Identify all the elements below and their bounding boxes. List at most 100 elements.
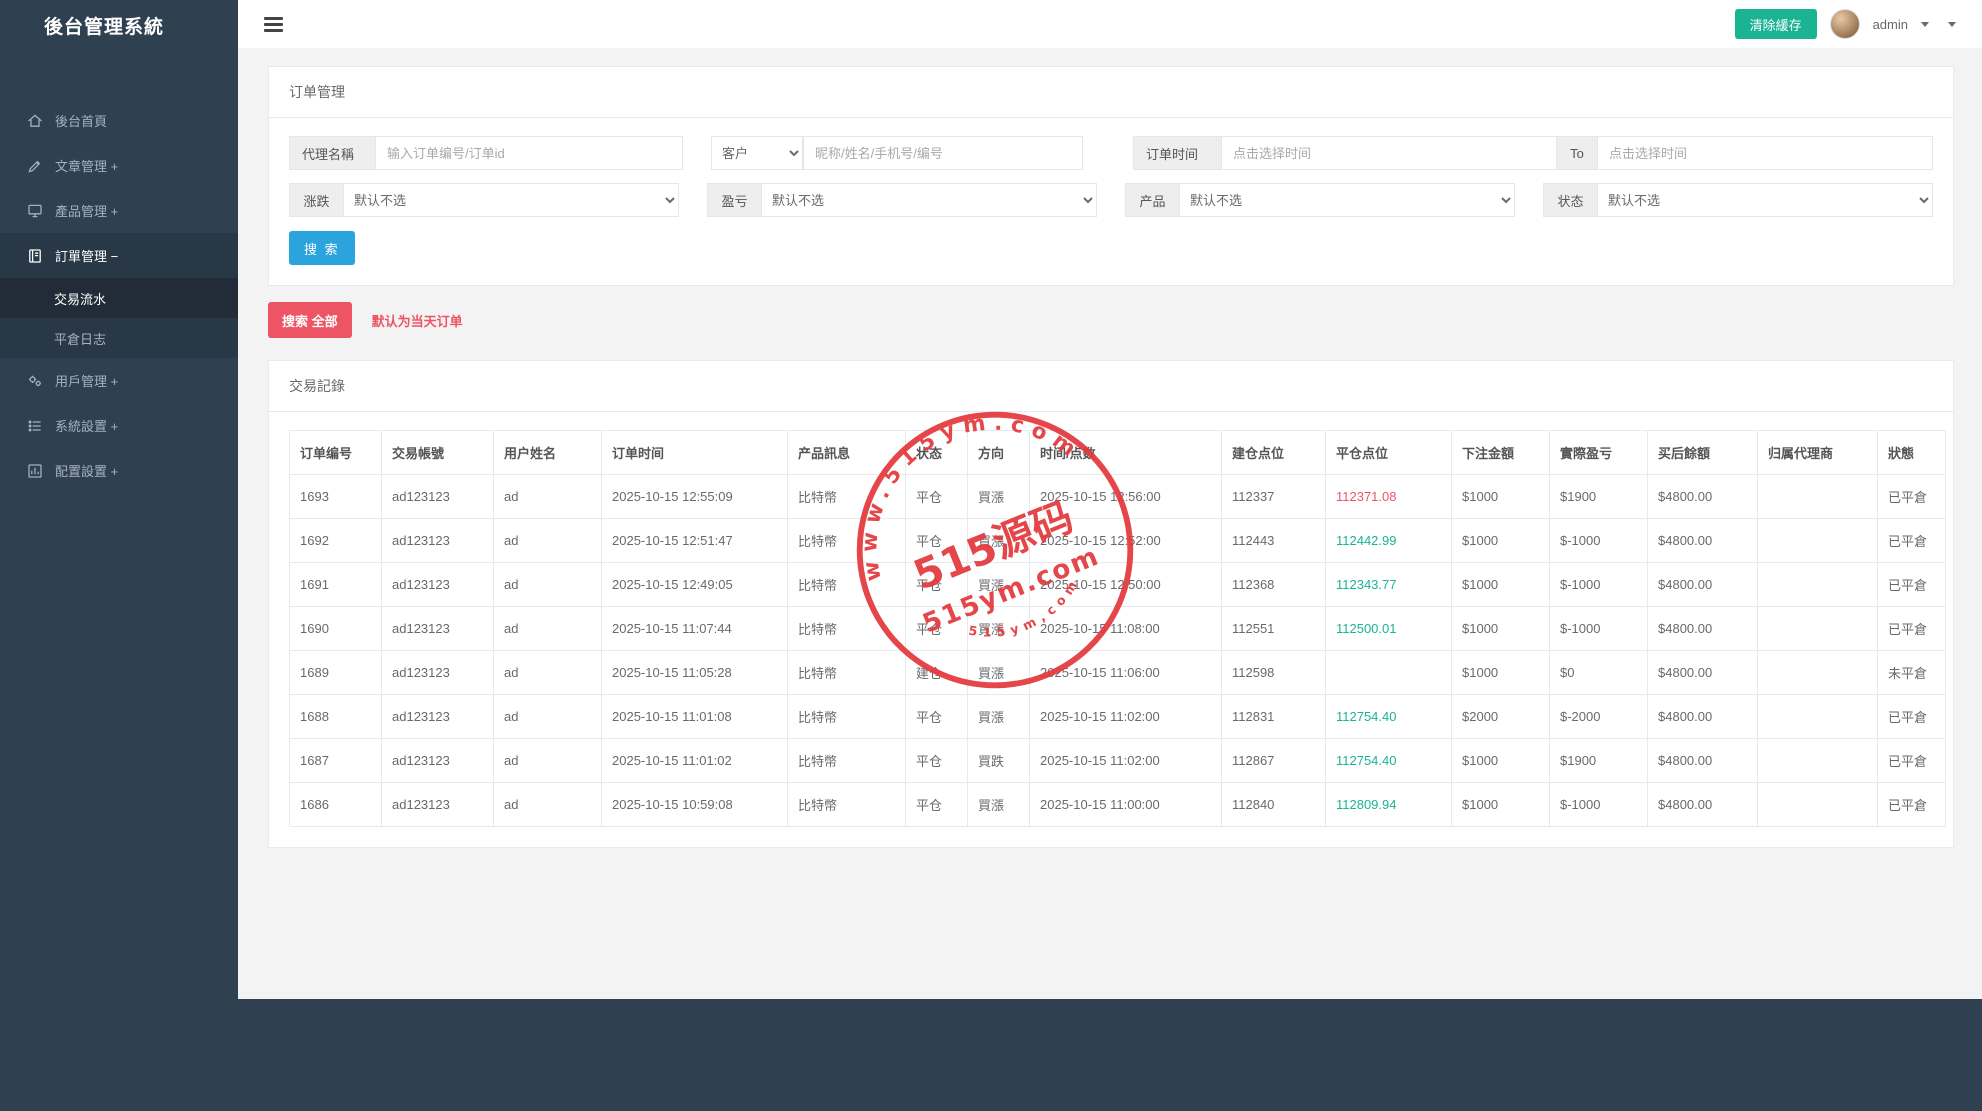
sidebar-item-home[interactable]: 後台首頁 [0, 98, 238, 143]
cell-bet-amount: $1000 [1451, 562, 1550, 607]
footer-band [238, 999, 1982, 1111]
sidebar-item-label: 後台首頁 [55, 114, 108, 129]
cell-open-point: 112840 [1221, 782, 1326, 827]
caret-down-icon[interactable] [1948, 21, 1956, 27]
cell-balance-after: $4800.00 [1647, 474, 1758, 519]
avatar[interactable] [1829, 9, 1860, 39]
sidebar-item-users[interactable]: 用戶管理 + [0, 358, 238, 403]
table-row[interactable]: 1692 ad123123 ad 2025-10-15 12:51:47 比特幣… [289, 518, 1946, 563]
cell-close-time: 2025-10-15 11:00:00 [1029, 782, 1222, 827]
sidebar-subitem-label: 交易流水 [54, 291, 107, 307]
cell-status: 平仓 [905, 738, 968, 783]
sidebar-item-system-settings[interactable]: 系統設置 + [0, 403, 238, 448]
column-header: 狀態 [1877, 430, 1946, 475]
cell-agent [1757, 474, 1878, 519]
product-group: 产品 默认不选 [1125, 183, 1515, 217]
table-row[interactable]: 1689 ad123123 ad 2025-10-15 11:05:28 比特幣… [289, 650, 1946, 695]
cell-account: ad123123 [381, 650, 494, 695]
cell-status: 平仓 [905, 606, 968, 651]
customer-select[interactable]: 客户 [711, 136, 803, 170]
cell-bet-amount: $2000 [1451, 694, 1550, 739]
sidebar-item-articles[interactable]: 文章管理 + [0, 143, 238, 188]
cell-agent [1757, 606, 1878, 651]
cell-state: 已平倉 [1877, 518, 1946, 563]
cell-state: 已平倉 [1877, 738, 1946, 783]
cell-status: 平仓 [905, 562, 968, 607]
pnl-select[interactable]: 默认不选 [761, 183, 1097, 217]
column-header: 订单编号 [289, 430, 382, 475]
cell-close-point: 112500.01 [1325, 606, 1452, 651]
search-form-row-2: 涨跌 默认不选 盈亏 默认不选 产品 默认不选 状态 默认不选 [289, 183, 1933, 217]
cell-balance-after: $4800.00 [1647, 650, 1758, 695]
cell-status: 平仓 [905, 694, 968, 739]
cell-product: 比特幣 [787, 694, 906, 739]
cell-order-time: 2025-10-15 11:07:44 [601, 606, 788, 651]
column-header: 下注金額 [1451, 430, 1550, 475]
sidebar-item-products[interactable]: 產品管理 + [0, 188, 238, 233]
search-button[interactable]: 搜 索 [289, 231, 355, 265]
cell-direction: 買漲 [967, 650, 1030, 695]
status-select[interactable]: 默认不选 [1597, 183, 1933, 217]
cell-order-time: 2025-10-15 12:51:47 [601, 518, 788, 563]
time-to-input[interactable] [1597, 136, 1933, 170]
sidebar-item-orders[interactable]: 訂單管理 − [0, 233, 238, 278]
table-row[interactable]: 1693 ad123123 ad 2025-10-15 12:55:09 比特幣… [289, 474, 1946, 519]
sidebar-item-label: 系統設置 + [55, 419, 119, 434]
sidebar-subitem-close-log[interactable]: 平倉日志 [0, 318, 238, 358]
clear-cache-button[interactable]: 清除緩存 [1734, 9, 1817, 39]
cell-actual-pnl: $0 [1549, 650, 1648, 695]
default-today-note: 默认为当天订单 [371, 313, 463, 329]
cell-order-time: 2025-10-15 11:01:02 [601, 738, 788, 783]
pnl-label: 盈亏 [707, 183, 761, 217]
username[interactable]: admin [1873, 17, 1908, 32]
order-id-input[interactable] [375, 136, 683, 170]
actions-row: 搜索 全部 默认为当天订单 [268, 302, 1954, 338]
cell-close-point: 112754.40 [1325, 738, 1452, 783]
sidebar-subitem-transactions[interactable]: 交易流水 [0, 278, 238, 318]
table-row[interactable]: 1688 ad123123 ad 2025-10-15 11:01:08 比特幣… [289, 694, 1946, 739]
sidebar-item-config-settings[interactable]: 配置設置 + [0, 448, 238, 493]
sidebar: 後台管理系統 後台首頁 文章管理 + 產品管理 + 訂單管理 − 交易流水 平倉… [0, 0, 238, 1111]
cell-close-time: 2025-10-15 11:08:00 [1029, 606, 1222, 651]
cell-state: 未平倉 [1877, 650, 1946, 695]
table-row[interactable]: 1687 ad123123 ad 2025-10-15 11:01:02 比特幣… [289, 738, 1946, 783]
menu-toggle-icon[interactable] [260, 11, 287, 38]
column-header: 产品訊息 [787, 430, 906, 475]
cell-bet-amount: $1000 [1451, 606, 1550, 651]
column-header: 用户姓名 [493, 430, 602, 475]
cell-actual-pnl: $-1000 [1549, 606, 1648, 651]
search-all-button[interactable]: 搜索 全部 [268, 302, 352, 338]
table-row[interactable]: 1690 ad123123 ad 2025-10-15 11:07:44 比特幣… [289, 606, 1946, 651]
cell-account: ad123123 [381, 606, 494, 651]
cell-close-time: 2025-10-15 11:06:00 [1029, 650, 1222, 695]
cell-state: 已平倉 [1877, 606, 1946, 651]
updown-select[interactable]: 默认不选 [343, 183, 679, 217]
table-row[interactable]: 1691 ad123123 ad 2025-10-15 12:49:05 比特幣… [289, 562, 1946, 607]
cell-user-name: ad [493, 650, 602, 695]
cell-state: 已平倉 [1877, 474, 1946, 519]
customer-input[interactable] [803, 136, 1083, 170]
cell-actual-pnl: $1900 [1549, 738, 1648, 783]
cell-order-id: 1688 [289, 694, 382, 739]
cell-balance-after: $4800.00 [1647, 562, 1758, 607]
cell-agent [1757, 562, 1878, 607]
order-time-label: 订单时间 [1133, 136, 1221, 170]
time-from-input[interactable] [1221, 136, 1557, 170]
cell-agent [1757, 782, 1878, 827]
cell-bet-amount: $1000 [1451, 650, 1550, 695]
product-select[interactable]: 默认不选 [1179, 183, 1515, 217]
cell-account: ad123123 [381, 474, 494, 519]
order-management-panel: 订单管理 代理名稱 客户 订单时间 [268, 66, 1954, 286]
cell-close-time: 2025-10-15 12:56:00 [1029, 474, 1222, 519]
cell-open-point: 112867 [1221, 738, 1326, 783]
cell-bet-amount: $1000 [1451, 518, 1550, 563]
table-row[interactable]: 1686 ad123123 ad 2025-10-15 10:59:08 比特幣… [289, 782, 1946, 827]
main-area: 清除緩存 admin 订单管理 代理名稱 客户 [238, 0, 1982, 1111]
records-table: 订单编号 交易帳號 用户姓名 订单时间 产品訊息 状态 方向 时间/点数 建仓点位 平仓点位 下注金… [289, 430, 1946, 827]
cell-direction: 買跌 [967, 738, 1030, 783]
cell-bet-amount: $1000 [1451, 474, 1550, 519]
app-title: 後台管理系統 [44, 17, 165, 38]
cell-order-time: 2025-10-15 11:05:28 [601, 650, 788, 695]
caret-down-icon[interactable] [1921, 21, 1929, 27]
cell-order-id: 1689 [289, 650, 382, 695]
